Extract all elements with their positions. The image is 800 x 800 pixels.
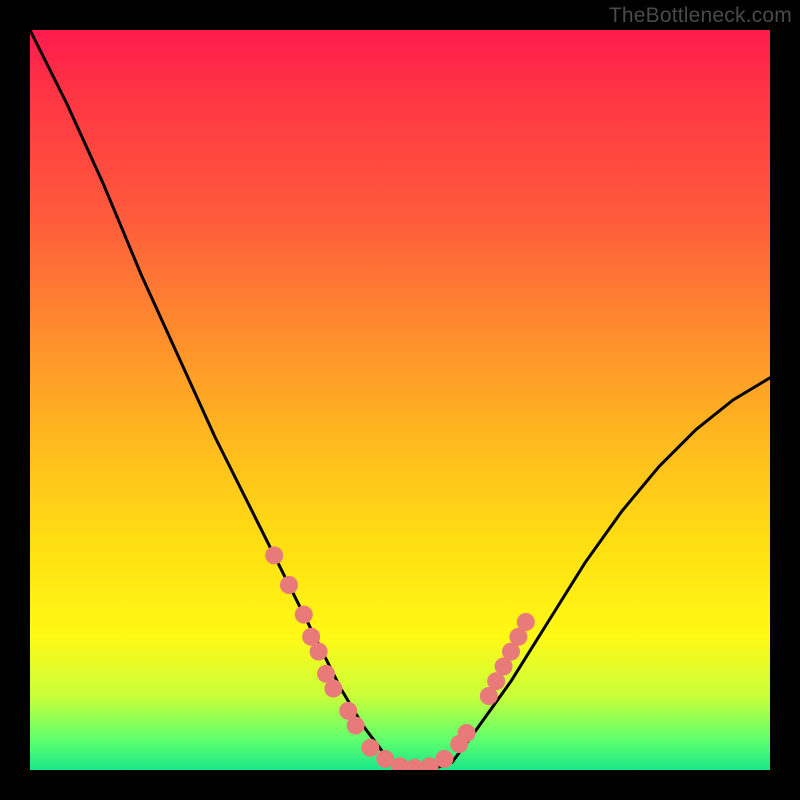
data-point-marker <box>324 680 342 698</box>
bottleneck-curve-svg <box>30 30 770 770</box>
data-point-marker <box>361 739 379 757</box>
attribution-label: TheBottleneck.com <box>609 4 792 28</box>
data-point-marker <box>310 643 328 661</box>
data-point-marker <box>458 724 476 742</box>
data-point-marker <box>280 576 298 594</box>
data-point-marker <box>295 606 313 624</box>
data-point-marker <box>435 750 453 768</box>
chart-frame: TheBottleneck.com <box>0 0 800 800</box>
data-point-marker <box>347 717 365 735</box>
plot-area <box>30 30 770 770</box>
data-point-marker <box>265 546 283 564</box>
curve-path <box>30 30 770 770</box>
data-point-marker <box>517 613 535 631</box>
